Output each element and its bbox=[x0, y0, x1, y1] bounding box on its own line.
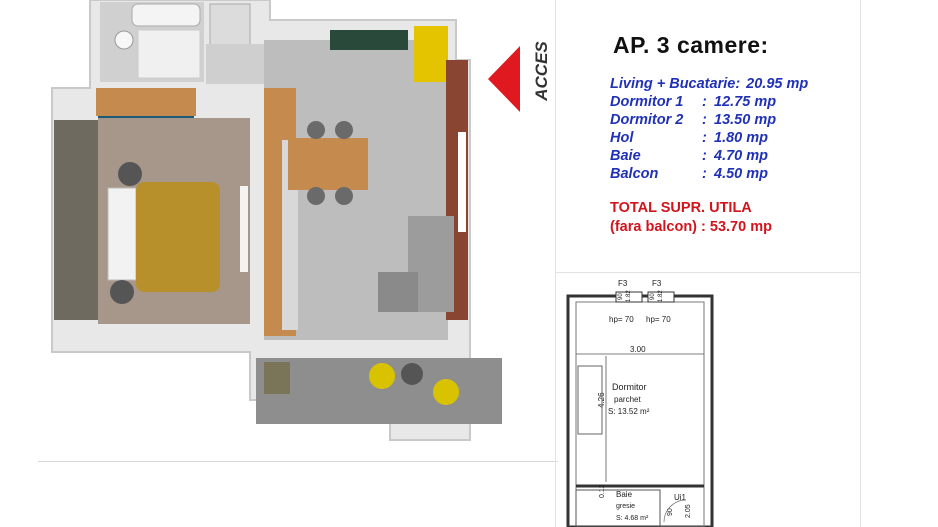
window-1-label: F3 bbox=[618, 279, 628, 288]
tv-unit bbox=[458, 132, 466, 232]
area-value: 4.50 mp bbox=[714, 166, 768, 182]
area-row: Dormitor 1:12.75 mp bbox=[610, 94, 808, 112]
area-colon: : bbox=[702, 94, 707, 110]
apartment-title: AP. 3 camere: bbox=[613, 32, 769, 58]
area-row: Balcon:4.50 mp bbox=[610, 166, 808, 184]
cabinet-top bbox=[330, 30, 408, 50]
window-1-width: 90 bbox=[618, 293, 624, 300]
balcony-plant bbox=[264, 362, 290, 394]
bedside-stool-2 bbox=[110, 280, 134, 304]
chair-2 bbox=[335, 121, 353, 139]
chair-3 bbox=[307, 187, 325, 205]
area-colon: : bbox=[702, 148, 707, 164]
room-width: 3.00 bbox=[630, 345, 646, 354]
washer bbox=[209, 3, 251, 49]
dining-table bbox=[288, 138, 368, 190]
technical-plan: F3 F3 90 1.82 90 1.82 hp= 70 hp= 70 3.00… bbox=[566, 279, 714, 527]
bath-name: Baie bbox=[616, 490, 633, 499]
toilet bbox=[114, 30, 134, 50]
bedside-stool-1 bbox=[118, 162, 142, 186]
area-row: Baie:4.70 mp bbox=[610, 148, 808, 166]
hall-floor bbox=[206, 44, 268, 84]
window-2-hp: hp= 70 bbox=[646, 315, 671, 324]
total-value: (fara balcon) : 53.70 mp bbox=[610, 219, 772, 235]
window-2-width: 90 bbox=[650, 293, 656, 300]
divider bbox=[860, 0, 861, 527]
bed-headboard bbox=[107, 187, 137, 281]
access-arrow bbox=[488, 46, 520, 112]
area-list: Living + Bucatarie: 20.95 mp Dormitor 1:1… bbox=[610, 76, 808, 184]
area-label: Baie bbox=[610, 148, 641, 164]
bath-area: S: 4.68 m² bbox=[616, 515, 649, 522]
wall-thickness: 0.12 bbox=[599, 484, 606, 498]
room-floor: parchet bbox=[614, 395, 641, 404]
sofa-end bbox=[378, 272, 418, 312]
area-value: 4.70 mp bbox=[714, 148, 768, 164]
bath-rug bbox=[137, 29, 201, 79]
area-label: Balcon bbox=[610, 166, 659, 182]
area-label: Dormitor 2 bbox=[610, 112, 684, 128]
area-colon: : bbox=[702, 112, 707, 128]
yellow-cabinet bbox=[414, 26, 448, 82]
area-value: 12.75 mp bbox=[714, 94, 777, 110]
floorplan-render bbox=[51, 0, 520, 441]
balcony-chair-1 bbox=[369, 363, 395, 389]
balcony-chair-2 bbox=[433, 379, 459, 405]
door-swing bbox=[663, 499, 687, 523]
window-2-height: 1.82 bbox=[658, 290, 664, 302]
chair-4 bbox=[335, 187, 353, 205]
door-height: 2.05 bbox=[685, 504, 692, 518]
room-area: S: 13.52 m² bbox=[608, 407, 650, 416]
bedroom-shelf bbox=[240, 186, 248, 272]
area-label: Living + Bucatarie bbox=[610, 76, 736, 92]
bath-floor: gresie bbox=[616, 503, 635, 510]
area-colon: : bbox=[702, 166, 707, 182]
area-label: Dormitor 1 bbox=[610, 94, 684, 110]
bedroom-left-wall bbox=[54, 120, 98, 320]
window-1-height: 1.82 bbox=[626, 290, 632, 302]
window-2-label: F3 bbox=[652, 279, 662, 288]
area-row: Hol:1.80 mp bbox=[610, 130, 808, 148]
chair-1 bbox=[307, 121, 325, 139]
area-colon: : bbox=[702, 130, 707, 146]
area-row: Living + Bucatarie: 20.95 mp bbox=[610, 76, 808, 94]
window-1-hp: hp= 70 bbox=[609, 315, 634, 324]
area-colon: : bbox=[735, 76, 741, 92]
bedroom-wardrobe-top bbox=[96, 88, 196, 116]
area-row: Dormitor 2:13.50 mp bbox=[610, 112, 808, 130]
divider bbox=[38, 461, 558, 462]
area-value: 1.80 mp bbox=[714, 130, 768, 146]
divider bbox=[555, 0, 556, 527]
balcony-table bbox=[401, 363, 423, 385]
room-name: Dormitor bbox=[612, 382, 647, 392]
bathtub bbox=[131, 3, 201, 27]
access-label: ACCES bbox=[532, 41, 551, 101]
total-label: TOTAL SUPR. UTILA bbox=[610, 200, 752, 216]
area-label: Hol bbox=[610, 130, 634, 146]
area-value: 13.50 mp bbox=[714, 112, 777, 128]
bed bbox=[136, 182, 220, 292]
area-value: 20.95 mp bbox=[746, 76, 809, 92]
